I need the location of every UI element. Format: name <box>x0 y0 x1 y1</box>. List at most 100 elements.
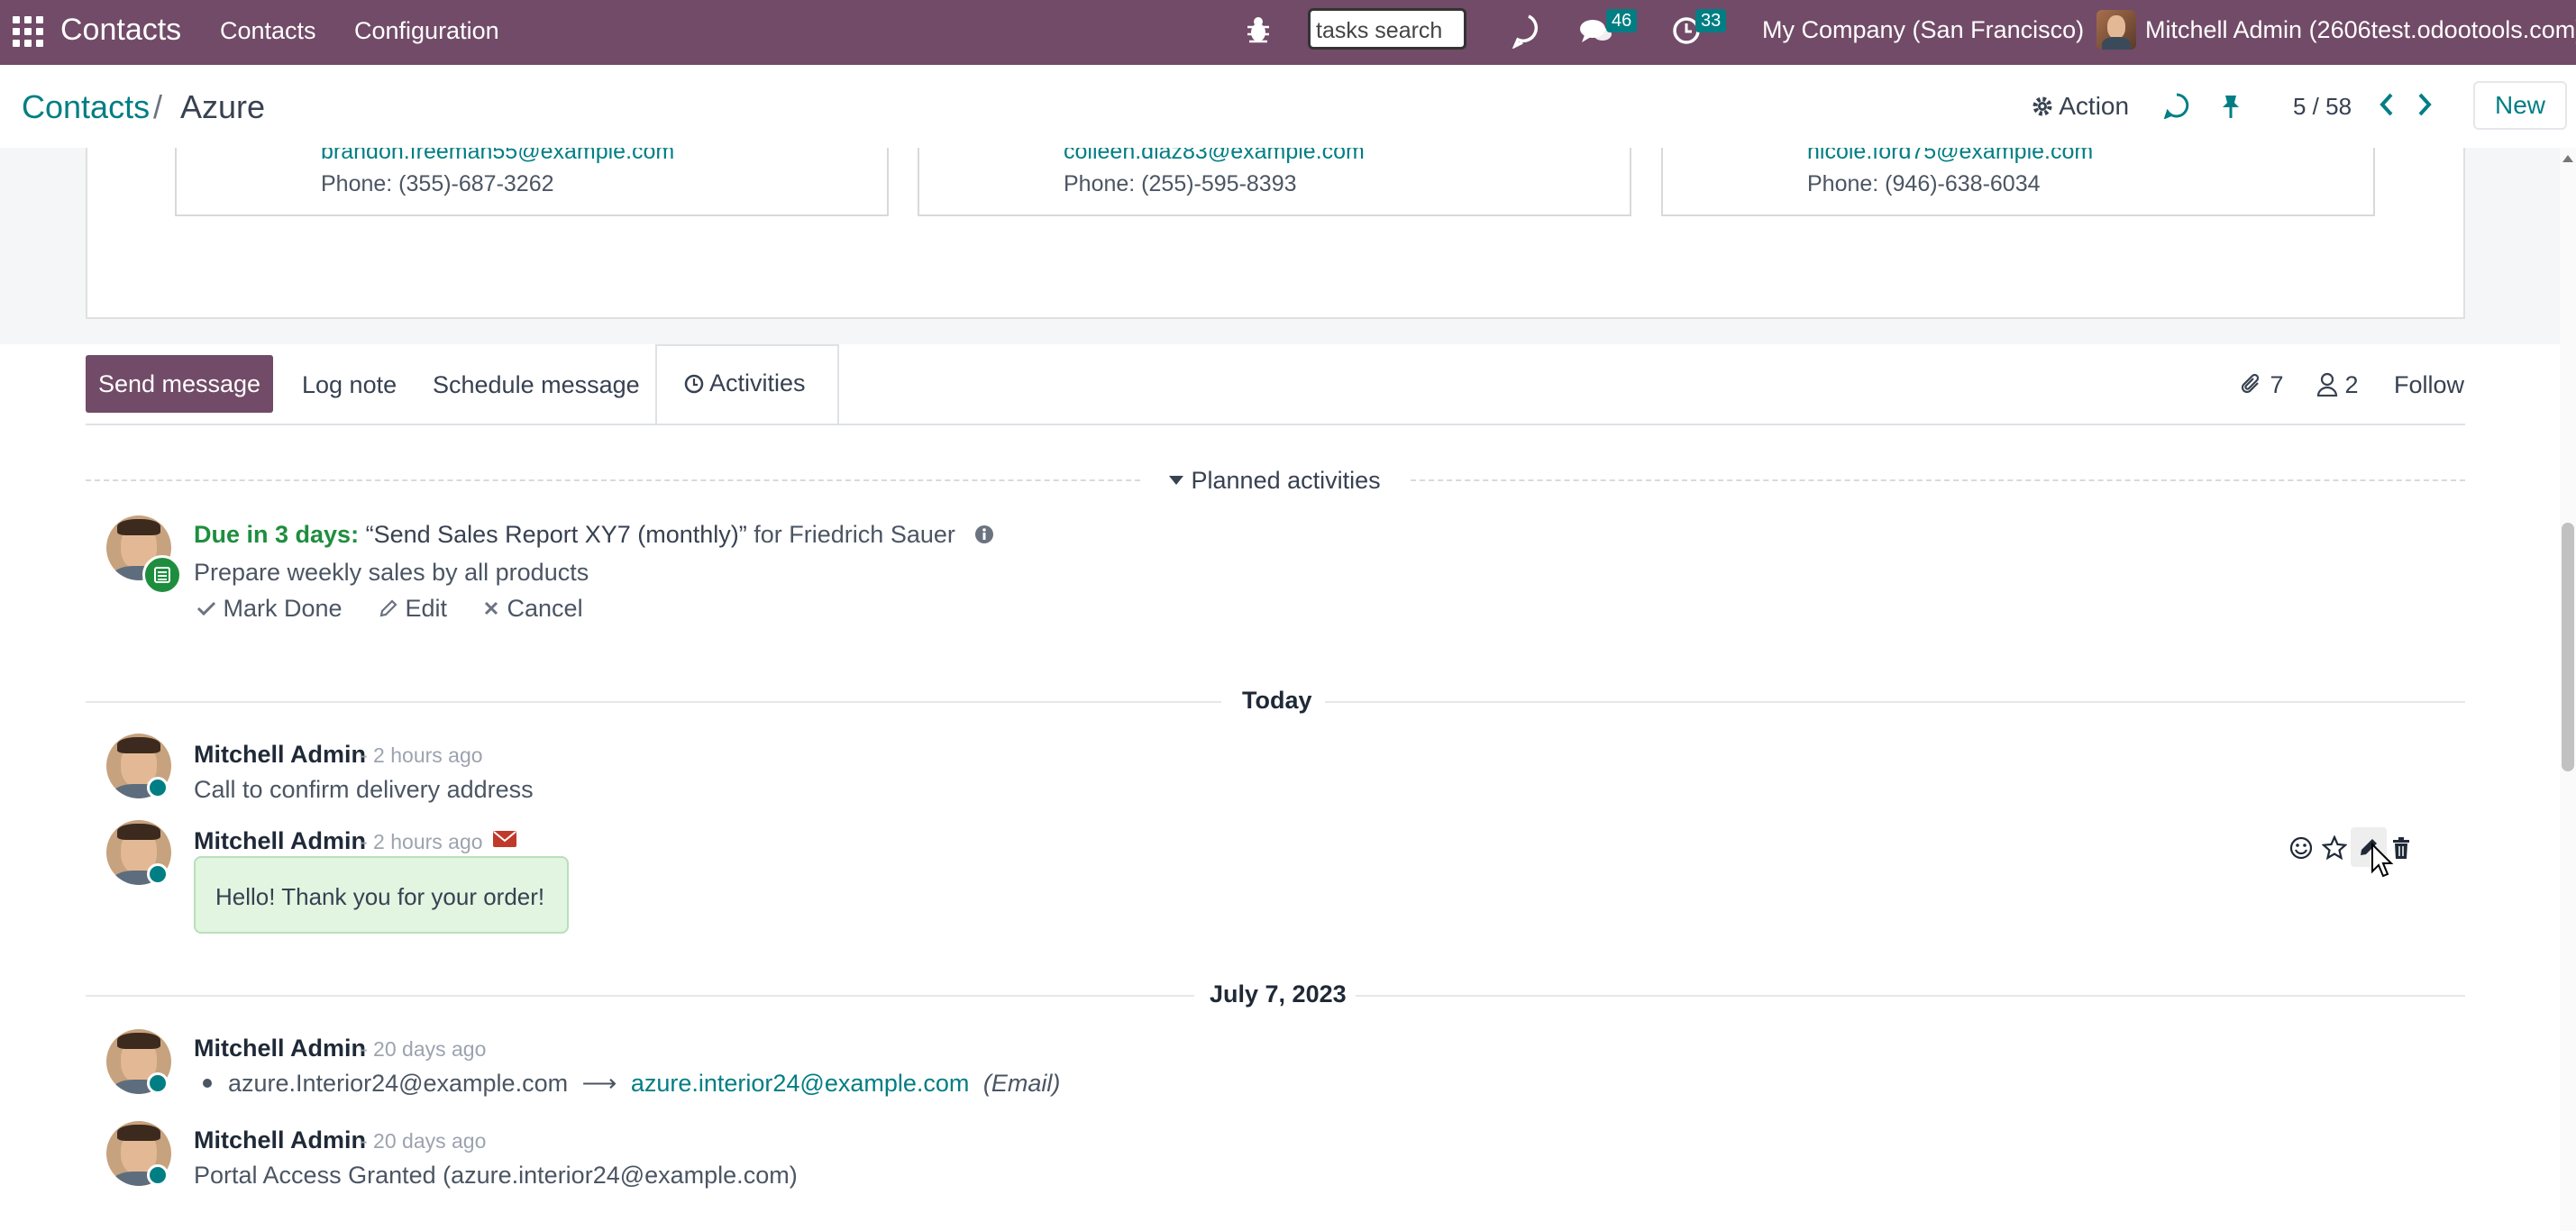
menu-configuration[interactable]: Configuration <box>354 17 499 45</box>
debug-bug-icon[interactable] <box>1246 14 1271 45</box>
mark-done-label: Mark Done <box>223 595 343 622</box>
messages-count-badge: 46 <box>1606 9 1638 32</box>
activity-due-label: Due in 3 days: <box>194 521 360 548</box>
planned-activities-toggle[interactable]: Planned activities <box>1168 467 1381 495</box>
date-separator: July 7, 2023 <box>1201 980 1356 1008</box>
message-author[interactable]: Mitchell Admin <box>194 1035 366 1062</box>
attachments-button[interactable]: 7 <box>2240 371 2284 399</box>
edit-activity-button[interactable]: Edit <box>379 595 447 623</box>
activities-button[interactable]: Activities <box>655 344 839 424</box>
scrollbar-thumb[interactable] <box>2562 523 2574 771</box>
mark-done-button[interactable]: Mark Done <box>196 595 343 623</box>
info-icon[interactable] <box>974 524 994 544</box>
action-label: Action <box>2059 92 2130 120</box>
chevron-left-icon[interactable] <box>2378 92 2396 117</box>
contact-card[interactable]: brandon.freeman55@example.com Phone: (35… <box>175 148 889 216</box>
attachments-count: 7 <box>2270 371 2284 398</box>
activity-type-icon <box>142 555 182 595</box>
contact-phone: Phone: (355)-687-3262 <box>321 171 554 196</box>
scroll-up-icon[interactable] <box>2562 153 2574 164</box>
activity-note: Prepare weekly sales by all products <box>194 559 589 586</box>
top-navbar: Contacts Contacts Configuration tasks se… <box>0 0 2576 65</box>
activities-count-badge: 33 <box>1695 9 1727 32</box>
message-time: - 20 days ago <box>361 1037 487 1061</box>
divider <box>1411 479 2465 481</box>
activity-summary-line: Due in 3 days: “Send Sales Report XY7 (m… <box>194 521 994 549</box>
user-avatar[interactable] <box>2096 10 2136 50</box>
gear-icon <box>2032 96 2052 116</box>
message-body: Portal Access Granted (azure.interior24@… <box>194 1162 798 1189</box>
cancel-label: Cancel <box>507 595 583 622</box>
paperclip-icon <box>2241 373 2260 394</box>
activity-summary: “Send Sales Report XY7 (monthly)” <box>365 521 747 548</box>
record-sync-icon[interactable] <box>2163 92 2190 119</box>
contact-card[interactable]: colleen.diaz83@example.com Phone: (255)-… <box>918 148 1631 216</box>
new-record-button[interactable]: New <box>2473 81 2567 130</box>
message-time: - 2 hours ago <box>361 743 483 767</box>
divider <box>1354 995 2465 997</box>
message-bubble: Hello! Thank you for your order! <box>194 856 569 934</box>
control-panel: Contacts / Azure Action 5 / 58 New <box>0 65 2576 149</box>
contact-email[interactable]: colleen.diaz83@example.com <box>1064 148 1365 165</box>
user-icon <box>2316 372 2338 397</box>
new-value-link[interactable]: azure.interior24@example.com <box>631 1070 970 1097</box>
contact-phone: Phone: (255)-595-8393 <box>1064 171 1297 196</box>
tracked-field: (Email) <box>982 1070 1061 1097</box>
edit-label: Edit <box>405 595 448 622</box>
add-reaction-icon[interactable] <box>2289 836 2313 860</box>
bullet-icon <box>203 1079 212 1088</box>
message-time: - 20 days ago <box>361 1129 487 1153</box>
followers-count: 2 <box>2344 371 2359 398</box>
star-icon[interactable] <box>2322 835 2347 861</box>
online-status-dot <box>147 863 169 885</box>
record-pager[interactable]: 5 / 58 <box>2293 93 2352 121</box>
send-message-button[interactable]: Send message <box>86 355 273 413</box>
voip-phone-icon[interactable] <box>1512 13 1545 49</box>
breadcrumb-separator: / <box>153 88 163 125</box>
message-author[interactable]: Mitchell Admin <box>194 827 366 855</box>
form-sheet: brandon.freeman55@example.com Phone: (35… <box>86 148 2465 319</box>
message-body: Hello! Thank you for your order! <box>215 883 545 910</box>
contact-email[interactable]: nicole.ford75@example.com <box>1807 148 2093 165</box>
divider <box>86 479 1140 481</box>
date-separator-today: Today <box>1233 687 1321 715</box>
pencil-icon <box>379 599 397 617</box>
app-title[interactable]: Contacts <box>60 13 181 48</box>
online-status-dot <box>147 777 169 798</box>
online-status-dot <box>147 1164 169 1186</box>
contact-card[interactable]: nicole.ford75@example.com Phone: (946)-6… <box>1661 148 2375 216</box>
log-note-button[interactable]: Log note <box>302 371 397 399</box>
chevron-right-icon[interactable] <box>2416 92 2434 117</box>
apps-menu-icon[interactable] <box>13 16 43 47</box>
company-switcher[interactable]: My Company (San Francisco) <box>1762 16 2084 44</box>
breadcrumb-current-record: Azure <box>180 88 266 125</box>
follow-button[interactable]: Follow <box>2394 371 2464 399</box>
followers-button[interactable]: 2 <box>2316 371 2359 399</box>
pin-icon[interactable] <box>2220 94 2242 119</box>
contact-phone: Phone: (946)-638-6034 <box>1807 171 2041 196</box>
user-menu[interactable]: Mitchell Admin (2606test.odootools.com) <box>2145 16 2576 44</box>
envelope-icon <box>493 831 516 847</box>
check-icon <box>196 601 216 616</box>
close-icon <box>484 601 498 616</box>
tasks-search-input[interactable]: tasks search <box>1308 8 1466 50</box>
old-value: azure.Interior24@example.com <box>228 1070 569 1097</box>
menu-contacts[interactable]: Contacts <box>220 17 316 45</box>
action-menu-button[interactable]: Action <box>2032 92 2129 121</box>
schedule-message-button[interactable]: Schedule message <box>433 371 640 399</box>
message-time: - 2 hours ago <box>361 830 483 853</box>
divider <box>86 995 1194 997</box>
message-author[interactable]: Mitchell Admin <box>194 1126 366 1154</box>
cancel-activity-button[interactable]: Cancel <box>482 595 583 623</box>
arrow-right-icon: ⟶ <box>581 1070 617 1097</box>
mouse-cursor-icon <box>2371 843 2394 878</box>
message-author[interactable]: Mitchell Admin <box>194 741 366 769</box>
message-actions-toolbar <box>2275 825 2419 869</box>
form-content: brandon.freeman55@example.com Phone: (35… <box>0 148 2576 1231</box>
breadcrumb-contacts[interactable]: Contacts <box>22 88 150 126</box>
online-status-dot <box>147 1072 169 1094</box>
clock-icon <box>684 374 704 394</box>
chatter-topbar: Send message Log note Schedule message A… <box>86 344 2465 425</box>
message-body: Call to confirm delivery address <box>194 776 534 803</box>
contact-email[interactable]: brandon.freeman55@example.com <box>321 148 674 165</box>
